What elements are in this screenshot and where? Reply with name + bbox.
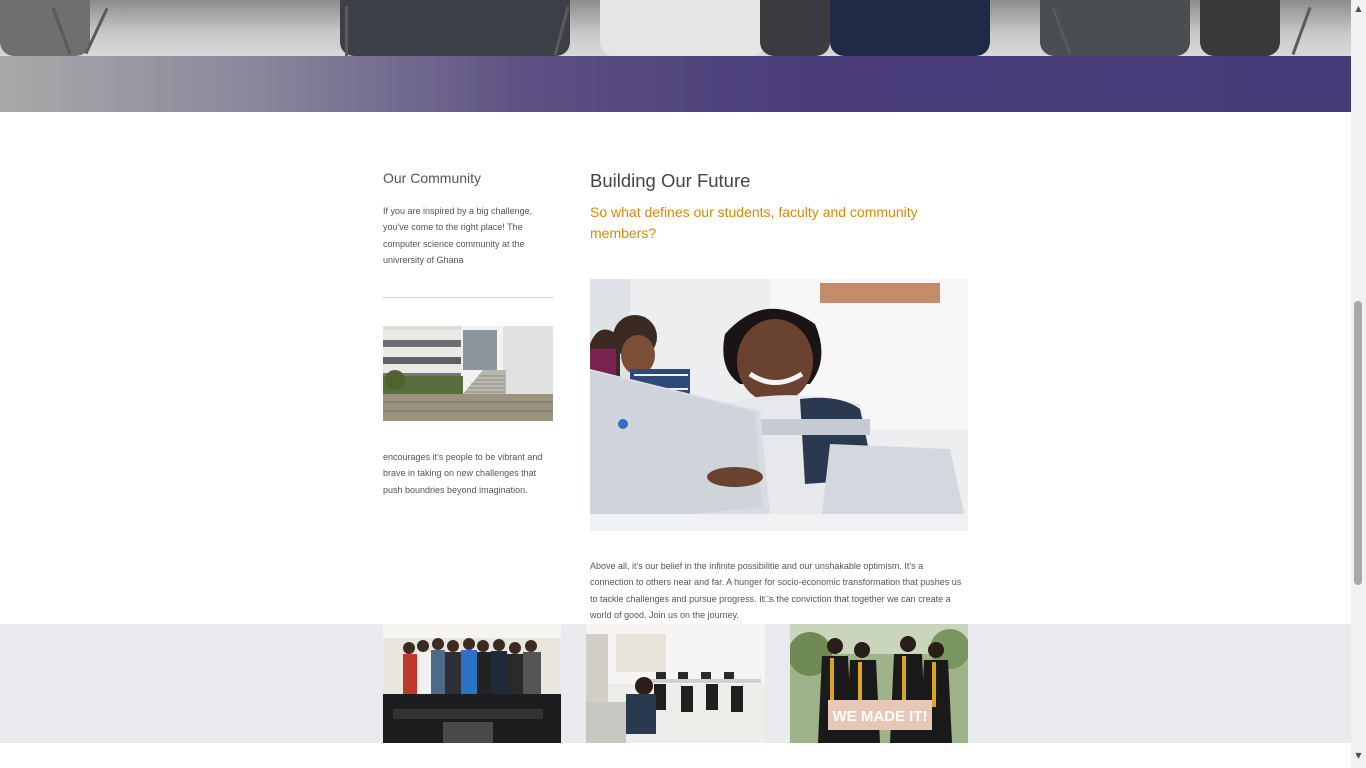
gradient-banner: [0, 56, 1351, 112]
scroll-up-arrow-icon[interactable]: ▲: [1354, 4, 1363, 13]
hero-classroom-photo: [0, 0, 1351, 56]
campus-building-photo: [383, 326, 553, 421]
future-column: Building Our Future So what defines our …: [590, 170, 968, 620]
community-intro-text: If you are inspired by a big challenge, …: [383, 206, 533, 265]
community-outro-text: encourages it's people to be vibrant and…: [383, 452, 543, 495]
community-column: Our Community If you are inspired by a b…: [383, 170, 553, 495]
future-body-text: Above all, it's our belief in the infini…: [590, 561, 962, 620]
community-title: Our Community: [383, 170, 482, 186]
future-subtitle: So what defines our students, faculty an…: [590, 204, 918, 241]
gallery-team-photo: [383, 624, 561, 743]
divider: [383, 297, 553, 298]
gallery-lab-photo: [586, 624, 765, 743]
gallery-section: WE MADE IT!: [0, 624, 1351, 743]
page-bottom: [0, 743, 1351, 768]
future-title: Building Our Future: [590, 170, 751, 191]
gallery-graduation-photo: WE MADE IT!: [790, 624, 968, 743]
vertical-scrollbar[interactable]: ▲ ▼: [1351, 0, 1366, 768]
scrollbar-thumb[interactable]: [1354, 301, 1362, 585]
graduation-sign-text: WE MADE IT!: [833, 708, 928, 725]
scroll-down-arrow-icon[interactable]: ▼: [1354, 751, 1363, 760]
students-laptop-photo: [590, 279, 968, 531]
content-section: Our Community If you are inspired by a b…: [0, 112, 1351, 624]
